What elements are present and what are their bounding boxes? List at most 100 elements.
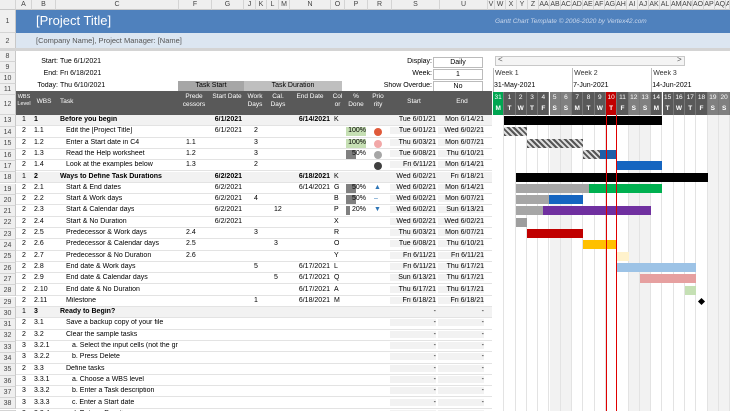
column-letter[interactable]: Z bbox=[528, 0, 539, 10]
row-number[interactable]: 10 bbox=[0, 73, 16, 84]
column-letter[interactable]: J bbox=[244, 0, 256, 10]
predecessors-cell[interactable]: 2.4 bbox=[186, 229, 196, 236]
row-number[interactable]: 33 bbox=[0, 341, 16, 353]
gantt-task-bar[interactable] bbox=[639, 274, 697, 284]
start-date-cell[interactable]: 6/2/2021 bbox=[200, 218, 242, 225]
wbs-level-cell[interactable]: 2 bbox=[16, 195, 32, 202]
gantt-task-bar[interactable] bbox=[617, 251, 629, 261]
task-name-cell[interactable]: Read the Help worksheet bbox=[66, 150, 145, 157]
column-letter[interactable]: AD bbox=[572, 0, 583, 10]
row-number[interactable]: 24 bbox=[0, 240, 16, 252]
start-date-cell[interactable]: 6/1/2021 bbox=[200, 116, 242, 123]
wbs-level-cell[interactable]: 2 bbox=[16, 150, 32, 157]
task-name-cell[interactable]: Define tasks bbox=[66, 365, 105, 372]
column-letter[interactable]: V bbox=[488, 0, 495, 10]
row-number[interactable]: 19 bbox=[0, 183, 16, 195]
wbs-cell[interactable]: 2.11 bbox=[34, 297, 47, 304]
row-number[interactable]: 32 bbox=[0, 330, 16, 342]
row-number[interactable]: 30 bbox=[0, 307, 16, 320]
wbs-cell[interactable]: 2.8 bbox=[34, 263, 44, 270]
color-code-cell[interactable]: G bbox=[334, 184, 339, 191]
wbs-level-cell[interactable]: 2 bbox=[16, 263, 32, 270]
wbs-level-cell[interactable]: 2 bbox=[16, 139, 32, 146]
scroll-left-arrow[interactable]: < bbox=[498, 55, 503, 64]
wbs-level-cell[interactable]: 2 bbox=[16, 365, 32, 372]
task-name-cell[interactable]: Edit the [Project Title] bbox=[66, 127, 132, 134]
column-letter[interactable]: AI bbox=[627, 0, 638, 10]
color-code-cell[interactable]: L bbox=[334, 263, 338, 270]
row-number[interactable]: 18 bbox=[0, 172, 16, 184]
task-name-cell[interactable]: End date & Calendar days bbox=[66, 274, 148, 281]
start-date-cell[interactable]: 6/2/2021 bbox=[200, 206, 242, 213]
task-name-cell[interactable]: a. Choose a WBS level bbox=[72, 376, 144, 383]
column-letter[interactable]: A bbox=[16, 0, 32, 10]
column-letter[interactable]: Y bbox=[517, 0, 528, 10]
column-letter[interactable]: R bbox=[368, 0, 392, 10]
color-code-cell[interactable]: R bbox=[334, 229, 339, 236]
wbs-cell[interactable]: 3.2 bbox=[34, 331, 44, 338]
wbs-level-cell[interactable]: 2 bbox=[16, 286, 32, 293]
wbs-level-cell[interactable]: 3 bbox=[16, 387, 32, 394]
column-letter[interactable]: W bbox=[495, 0, 506, 10]
task-name-cell[interactable]: c. Enter a Start date bbox=[72, 399, 134, 406]
gantt-task-bar[interactable] bbox=[515, 217, 527, 227]
row-number[interactable]: 14 bbox=[0, 127, 16, 139]
color-code-cell[interactable]: A bbox=[334, 286, 339, 293]
task-name-cell[interactable]: Ready to Begin? bbox=[60, 308, 115, 315]
wbs-cell[interactable]: 2.6 bbox=[34, 240, 44, 247]
wbs-cell[interactable]: 2.10 bbox=[34, 286, 48, 293]
row-number[interactable]: 11 bbox=[0, 84, 16, 95]
today-value[interactable]: Thu 6/10/2021 bbox=[60, 82, 105, 89]
wbs-level-cell[interactable]: 2 bbox=[16, 274, 32, 281]
cal-days-cell[interactable]: 3 bbox=[274, 240, 278, 247]
wbs-level-cell[interactable]: 2 bbox=[16, 297, 32, 304]
task-name-cell[interactable]: Start & Work days bbox=[66, 195, 122, 202]
row-number[interactable]: 31 bbox=[0, 319, 16, 331]
column-letter[interactable]: U bbox=[440, 0, 488, 10]
select-all-corner[interactable] bbox=[0, 0, 16, 10]
row-number[interactable]: 35 bbox=[0, 364, 16, 376]
row-number[interactable]: 28 bbox=[0, 285, 16, 297]
wbs-cell[interactable]: 3 bbox=[34, 308, 38, 315]
color-code-cell[interactable]: P bbox=[334, 206, 339, 213]
wbs-cell[interactable]: 2.9 bbox=[34, 274, 44, 281]
wbs-level-cell[interactable]: 3 bbox=[16, 353, 32, 360]
row-number[interactable]: 16 bbox=[0, 149, 16, 161]
wbs-level-cell[interactable]: 2 bbox=[16, 240, 32, 247]
end-date-cell[interactable]: 6/17/2021 bbox=[290, 286, 330, 293]
column-letter[interactable]: P bbox=[345, 0, 368, 10]
start-date-cell[interactable]: 6/2/2021 bbox=[200, 173, 242, 180]
timeline-scrollbar[interactable] bbox=[495, 56, 685, 66]
company-line[interactable]: [Company Name], Project Manager: [Name] bbox=[36, 36, 182, 45]
wbs-cell[interactable]: 2.1 bbox=[34, 184, 44, 191]
wbs-level-cell[interactable]: 2 bbox=[16, 331, 32, 338]
color-code-cell[interactable]: Y bbox=[334, 252, 339, 259]
wbs-cell[interactable]: 2.3 bbox=[34, 206, 44, 213]
column-letter[interactable]: AB bbox=[550, 0, 561, 10]
end-date-cell[interactable]: 6/14/2021 bbox=[290, 184, 330, 191]
wbs-level-cell[interactable]: 2 bbox=[16, 252, 32, 259]
row-number[interactable]: 17 bbox=[0, 160, 16, 173]
row-number[interactable]: 21 bbox=[0, 206, 16, 218]
end-date-cell[interactable]: 6/14/2021 bbox=[290, 116, 330, 123]
cal-days-cell[interactable]: 5 bbox=[274, 274, 278, 281]
gantt-task-bar[interactable] bbox=[504, 116, 663, 125]
task-name-cell[interactable]: End date & Work days bbox=[66, 263, 136, 270]
color-code-cell[interactable]: Q bbox=[334, 274, 339, 281]
done-cell[interactable]: 50% bbox=[346, 195, 366, 202]
predecessors-cell[interactable]: 1.1 bbox=[186, 139, 196, 146]
task-name-cell[interactable]: Start & Calendar days bbox=[66, 206, 134, 213]
end-date-cell[interactable]: 6/17/2021 bbox=[290, 274, 330, 281]
wbs-cell[interactable]: 3.2.2 bbox=[34, 353, 50, 360]
gantt-task-bar[interactable] bbox=[685, 285, 697, 295]
wbs-cell[interactable]: 2.5 bbox=[34, 229, 44, 236]
wbs-cell[interactable]: 3.3 bbox=[34, 365, 44, 372]
wbs-level-cell[interactable]: 3 bbox=[16, 342, 32, 349]
task-name-cell[interactable]: Predecessor & Calendar days bbox=[66, 240, 159, 247]
color-code-cell[interactable]: M bbox=[334, 297, 340, 304]
column-letter[interactable]: N bbox=[290, 0, 331, 10]
column-letter[interactable]: F bbox=[179, 0, 212, 10]
column-letter[interactable]: K bbox=[256, 0, 267, 10]
work-days-cell[interactable]: 2 bbox=[254, 161, 258, 168]
wbs-cell[interactable]: 2.4 bbox=[34, 218, 44, 225]
